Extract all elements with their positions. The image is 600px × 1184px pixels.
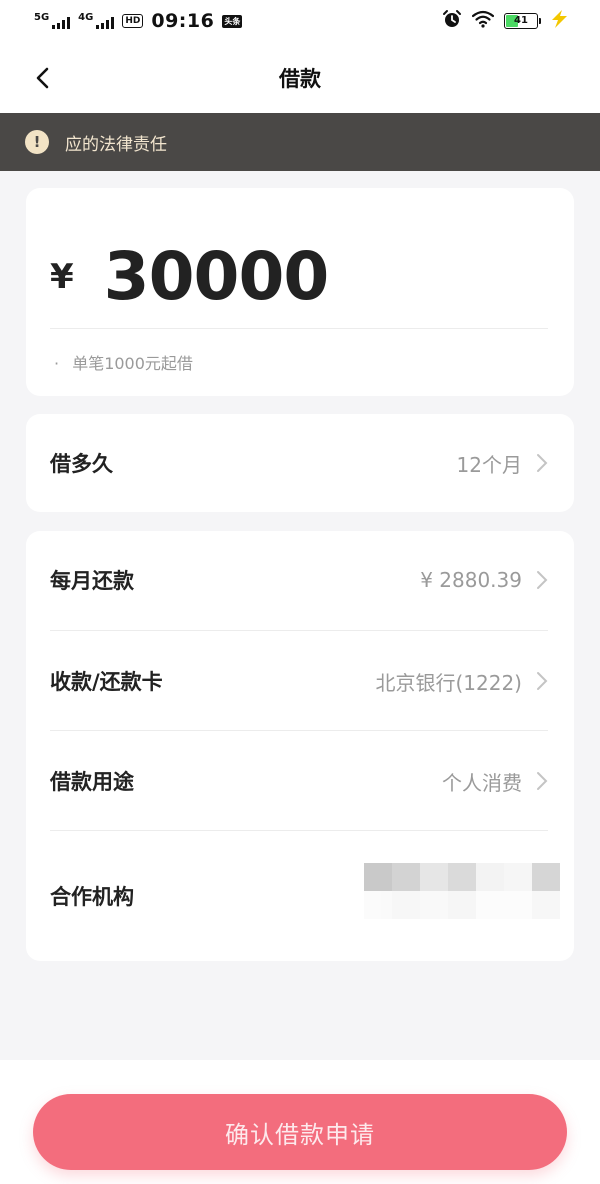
amount-hint: · 单笔1000元起借 (54, 350, 193, 374)
legal-notice-bar: ! 应的法律责任 (0, 113, 600, 171)
currency-symbol: ¥ (50, 256, 74, 297)
alarm-icon (442, 9, 462, 33)
purpose-row[interactable]: 借款用途 个人消费 (50, 762, 548, 800)
battery-level: 41 (514, 15, 528, 26)
divider (50, 730, 548, 731)
loan-app: 5G 4G HD 09:16 头条 41 借款 ! 应的法律责任 ¥ 30000… (0, 0, 600, 1184)
term-row[interactable]: 借多久 12个月 (50, 444, 548, 482)
status-time: 09:16 (151, 10, 215, 32)
bank-card-right: 北京银行(1222) (375, 667, 548, 696)
divider (50, 328, 548, 329)
confirm-loan-button[interactable]: 确认借款申请 (33, 1094, 567, 1170)
network-label-4g: 4G (78, 12, 94, 23)
monthly-payment-row[interactable]: 每月还款 ¥ 2880.39 (50, 561, 548, 599)
status-bar: 5G 4G HD 09:16 头条 41 (0, 0, 600, 42)
partner-redacted-lower (364, 891, 560, 919)
term-right: 12个月 (457, 449, 548, 478)
back-button[interactable] (28, 64, 56, 92)
notification-badge: 头条 (222, 14, 243, 28)
bank-card-value: 北京银行(1222) (375, 670, 522, 695)
chevron-right-icon (536, 771, 548, 791)
loan-amount[interactable]: 30000 (104, 238, 330, 315)
exclamation-icon: ! (25, 130, 49, 154)
monthly-payment-right: ¥ 2880.39 (420, 568, 548, 592)
term-card: 借多久 12个月 (26, 414, 574, 512)
chevron-right-icon (536, 671, 548, 691)
amount-input-row[interactable]: ¥ 30000 (50, 238, 330, 315)
divider (50, 630, 548, 631)
purpose-right: 个人消费 (442, 767, 548, 796)
monthly-payment-label: 每月还款 (50, 569, 134, 593)
purpose-value: 个人消费 (442, 770, 522, 795)
term-label: 借多久 (50, 452, 113, 476)
network-label-5g: 5G (34, 12, 50, 23)
signal-5g-icon: 5G (34, 12, 71, 29)
charging-bolt-icon (548, 9, 570, 33)
chevron-right-icon (536, 453, 548, 473)
chevron-right-icon (536, 570, 548, 590)
page-title: 借款 (279, 66, 321, 91)
amount-card: ¥ 30000 · 单笔1000元起借 (26, 188, 574, 396)
details-card: 每月还款 ¥ 2880.39 收款/还款卡 北京银行(1222) 借款用途 个人… (26, 531, 574, 961)
chevron-left-icon (36, 67, 49, 89)
bank-card-row[interactable]: 收款/还款卡 北京银行(1222) (50, 662, 548, 700)
nav-bar: 借款 (0, 42, 600, 113)
hd-badge: HD (122, 14, 144, 28)
hint-dot: · (54, 354, 60, 373)
partner-label: 合作机构 (50, 885, 134, 909)
hint-text: 单笔1000元起借 (72, 354, 193, 373)
partner-redacted (364, 863, 560, 891)
status-right: 41 (442, 9, 570, 33)
term-value: 12个月 (456, 452, 522, 477)
notice-text: 应的法律责任 (65, 134, 167, 155)
status-left: 5G 4G HD 09:16 头条 (34, 10, 243, 32)
bank-card-label: 收款/还款卡 (50, 670, 163, 694)
monthly-payment-value: ¥ 2880.39 (420, 568, 522, 592)
wifi-icon (471, 10, 495, 32)
battery-icon: 41 (504, 13, 541, 29)
signal-4g-icon: 4G (78, 12, 115, 29)
purpose-label: 借款用途 (50, 770, 134, 794)
divider (50, 830, 548, 831)
